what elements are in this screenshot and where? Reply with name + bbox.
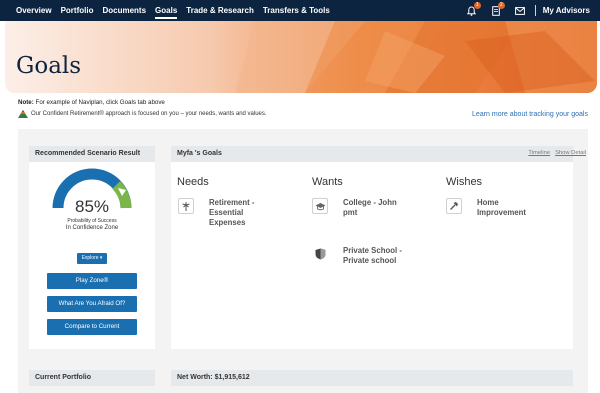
pyramid-icon — [18, 110, 28, 118]
notifications-button[interactable]: 1 — [463, 0, 481, 21]
documents-badge: 2 — [497, 2, 505, 9]
current-portfolio-header: Current Portfolio — [29, 370, 155, 386]
wishes-title: Wishes — [446, 176, 483, 188]
net-worth-value: $1,915,612 — [214, 374, 250, 381]
hammer-icon — [446, 198, 462, 214]
needs-title: Needs — [177, 176, 209, 188]
hero-background — [5, 21, 597, 93]
goal-college[interactable]: College - John pmt — [312, 198, 413, 218]
confident-retirement-line: Our Confident Retirement® approach is fo… — [18, 110, 267, 118]
page-title: Goals — [16, 53, 82, 79]
confidence-zone-label: In Confidence Zone — [65, 225, 119, 231]
nav-transfers-tools[interactable]: Transfers & Tools — [263, 0, 330, 21]
net-worth-header: Net Worth: $1,915,612 — [171, 370, 573, 386]
goal-retirement[interactable]: Retirement - Essential Expenses — [178, 198, 279, 228]
shield-icon — [312, 246, 328, 262]
documents-button[interactable]: 2 — [487, 0, 505, 21]
hero-banner: Goals — [5, 21, 597, 93]
palm-tree-icon — [178, 198, 194, 214]
explore-dropdown[interactable]: Explore ▾ — [77, 253, 107, 264]
success-percent: 85% — [74, 197, 110, 216]
goals-view-links: Timeline Show Detail — [523, 150, 586, 156]
net-worth-label: Net Worth: — [177, 374, 213, 381]
wants-title: Wants — [312, 176, 343, 188]
goal-label: College - John pmt — [343, 198, 397, 217]
goal-label: Retirement - Essential Expenses — [209, 198, 255, 227]
probability-label: Probability of Success — [67, 218, 117, 224]
nav-portfolio[interactable]: Portfolio — [61, 0, 94, 21]
goal-label: Home Improvement — [477, 198, 526, 217]
goals-header: Myfa 's Goals — [171, 146, 573, 162]
learn-more-link[interactable]: Learn more about tracking your goals — [472, 111, 588, 118]
goal-private-school[interactable]: Private School - Private school — [312, 246, 413, 266]
nav-divider — [534, 5, 536, 16]
graduation-cap-icon — [312, 198, 328, 214]
play-zone-button[interactable]: Play Zone® — [47, 273, 137, 289]
my-advisors-link[interactable]: My Advisors — [543, 6, 590, 15]
nav-overview[interactable]: Overview — [16, 0, 52, 21]
messages-button[interactable] — [511, 0, 529, 21]
nav-goals[interactable]: Goals — [155, 0, 178, 21]
note-line: Note: For example of Naviplan, click Goa… — [18, 99, 165, 106]
goal-label: Private School - Private school — [343, 246, 402, 265]
scenario-header: Recommended Scenario Result — [29, 146, 155, 162]
note-text: For example of Naviplan, click Goals tab… — [35, 99, 165, 106]
nav-trade-research[interactable]: Trade & Research — [186, 0, 254, 21]
show-detail-link[interactable]: Show Detail — [555, 150, 586, 156]
afraid-of-button[interactable]: What Are You Afraid Of? — [47, 296, 137, 312]
top-nav: Overview Portfolio Documents Goals Trade… — [0, 0, 600, 21]
note-label: Note: — [18, 99, 34, 106]
notifications-badge: 1 — [473, 2, 481, 9]
goal-home-improvement[interactable]: Home Improvement — [446, 198, 547, 218]
compare-current-button[interactable]: Compare to Current — [47, 319, 137, 335]
nav-documents[interactable]: Documents — [102, 0, 146, 21]
timeline-link[interactable]: Timeline — [528, 150, 550, 156]
confident-retirement-text: Our Confident Retirement® approach is fo… — [31, 111, 267, 117]
envelope-icon — [514, 6, 525, 15]
